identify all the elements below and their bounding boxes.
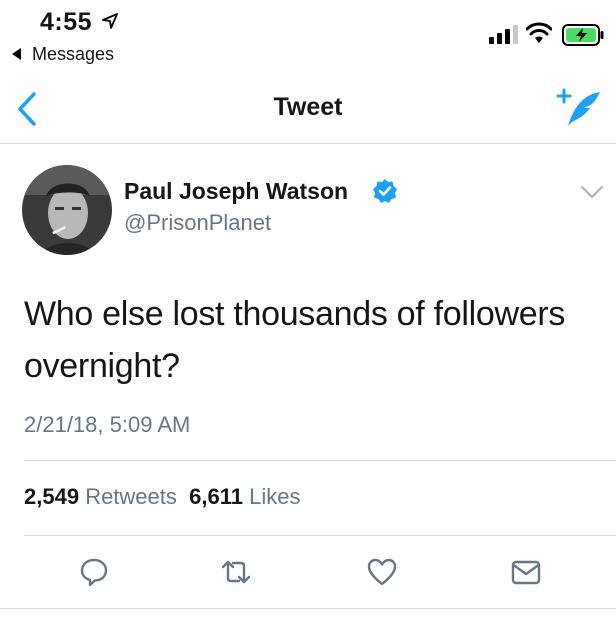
status-time: 4:55 bbox=[40, 8, 93, 36]
retweets-count: 2,549 bbox=[24, 484, 80, 509]
back-to-messages-link[interactable]: Messages bbox=[32, 44, 114, 65]
tweet-text-line-2: overnight? bbox=[24, 347, 180, 385]
avatar[interactable] bbox=[22, 165, 112, 255]
nav-divider bbox=[0, 143, 616, 144]
author-name[interactable]: Paul Joseph Watson bbox=[124, 178, 348, 205]
author-handle[interactable]: @PrisonPlanet bbox=[124, 210, 271, 236]
stats-divider-bottom bbox=[24, 535, 616, 536]
retweets-stat[interactable]: 2,549 Retweets bbox=[24, 484, 177, 509]
chevron-down-icon[interactable] bbox=[580, 184, 604, 200]
tweet-timestamp: 2/21/18, 5:09 AM bbox=[24, 412, 191, 437]
actions-divider bbox=[0, 608, 616, 609]
wifi-icon bbox=[526, 22, 552, 43]
battery-icon bbox=[562, 24, 604, 46]
direct-message-icon[interactable] bbox=[510, 556, 542, 588]
location-arrow-icon bbox=[102, 13, 118, 29]
likes-label: Likes bbox=[249, 484, 301, 509]
stats-divider-top bbox=[24, 460, 616, 461]
retweets-label: Retweets bbox=[85, 484, 177, 509]
likes-stat[interactable]: 6,611 Likes bbox=[189, 484, 300, 509]
compose-tweet-icon[interactable] bbox=[556, 88, 602, 128]
retweet-icon[interactable] bbox=[220, 556, 252, 588]
tweet-text-line-1: Who else lost thousands of followers bbox=[24, 295, 566, 333]
verified-badge-icon bbox=[373, 179, 397, 203]
like-icon[interactable] bbox=[366, 556, 398, 588]
tweet-text: Who else lost thousands of followers ove… bbox=[24, 288, 594, 392]
signal-icon bbox=[489, 25, 518, 44]
back-triangle-icon[interactable] bbox=[12, 48, 22, 60]
tweet-stats: 2,549 Retweets 6,611 Likes bbox=[24, 484, 300, 510]
page-title: Tweet bbox=[273, 93, 343, 121]
likes-count: 6,611 bbox=[189, 484, 243, 509]
reply-icon[interactable] bbox=[78, 556, 110, 588]
